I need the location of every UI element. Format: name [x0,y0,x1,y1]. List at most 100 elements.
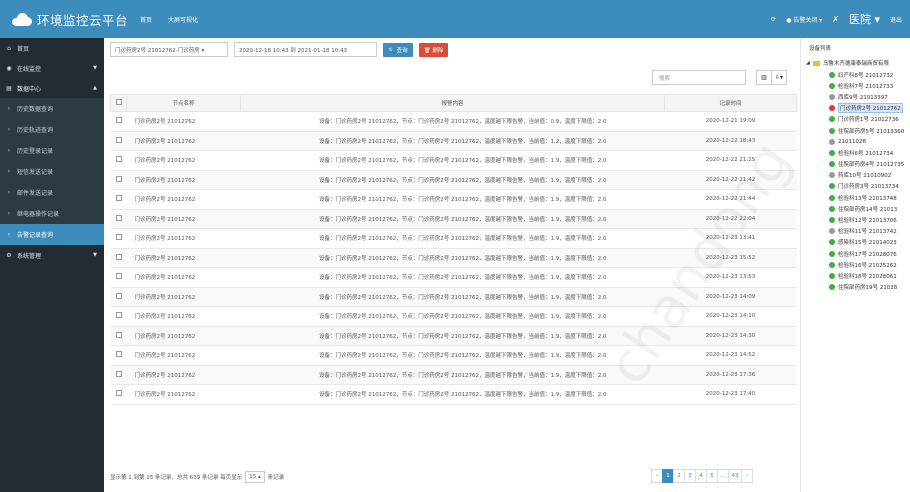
export-icon[interactable]: ⇩▾ [771,70,787,85]
device-tree-item[interactable]: 妇产科8号 21012732 [829,69,904,80]
cell-time: 2020-12-23 13:41 [664,228,797,249]
sidebar-subitem-label: 历史登录记录 [17,148,54,155]
table-row[interactable]: 门诊药房2号 21012762 设备：门诊药房2号 21012762，节点：门诊药… [110,169,797,190]
row-checkbox[interactable] [110,384,127,405]
cell-time: 2020-12-22 22:04 [664,208,797,229]
device-tree-item[interactable]: 检验科16号 21025262 [829,259,904,270]
device-tree-item[interactable]: 药库10号 21010902 [829,170,904,181]
device-select[interactable]: 门诊药房2号 21012762-门诊药房 ▾ [110,42,228,57]
device-tree-item[interactable]: 住院部药房19号 21028 [829,282,904,293]
sidebar-subitem-active[interactable]: › 告警记录查询 [0,224,104,245]
sidebar-item-system[interactable]: ⚙ 系统管理 ▼ [0,245,104,265]
table-row[interactable]: 门诊药房2号 21012762 设备：门诊药房2号 21012762，节点：门诊药… [110,345,797,366]
table-row[interactable]: 门诊药房2号 21012762 设备：门诊药房2号 21012762，节点：门诊药… [110,306,797,327]
sidebar-subitem[interactable]: › 历史登录记录 [0,140,104,161]
device-tree-item[interactable]: 感染科15号 21014023 [829,237,904,248]
device-tree-item[interactable]: 检验科17号 21028076 [829,248,904,259]
row-checkbox[interactable] [110,189,127,210]
user-menu[interactable]: 医院 ▾ [849,11,880,27]
chevron-right-icon: › [7,147,11,154]
table-row[interactable]: 门诊药房2号 21012762 设备：门诊药房2号 21012762，节点：门诊药… [110,189,797,210]
sidebar-subitem[interactable]: › 邮件发送记录 [0,182,104,203]
refresh-icon[interactable]: ⟳ [771,16,776,23]
table-row[interactable]: 门诊药房2号 21012762 设备：门诊药房2号 21012762，节点：门诊药… [110,267,797,288]
alarm-toggle[interactable]: ● 告警关闭 ▾ [786,15,822,24]
collapse-icon[interactable]: ◢ [806,60,810,66]
row-checkbox[interactable] [110,267,127,288]
data-icon: ▤ [6,84,12,92]
row-checkbox[interactable] [110,286,127,307]
table-row[interactable]: 门诊药房2号 21012762 设备：门诊药房2号 21012762，节点：门诊药… [110,130,797,151]
device-tree-item[interactable]: 检验科7号 21012733 [829,80,904,91]
delete-button[interactable]: 🗑 删除 [418,42,449,57]
device-tree-item[interactable]: 检验科6号 21012734 [829,147,904,158]
sidebar-item-home[interactable]: ⌂ 首页 [0,38,104,58]
sidebar-subitem[interactable]: › 历史轨迹查询 [0,119,104,140]
home-icon: ⌂ [7,44,11,52]
device-tree-item[interactable]: 门诊药房2号 21012762 [829,103,904,114]
search-input[interactable]: 搜索 [652,70,746,85]
row-checkbox[interactable] [110,228,127,249]
page-button[interactable]: 43 [728,469,742,483]
row-checkbox[interactable] [110,345,127,366]
device-tree-item[interactable]: 门诊药房1号 21012736 [829,114,904,125]
device-tree-item[interactable]: 西库9号 21013397 [829,91,904,102]
query-button[interactable]: 🔍 查询 [383,42,413,57]
page-size-select[interactable]: 15 ▴ [245,471,265,483]
app-logo[interactable]: 环境监控云平台 [12,0,128,38]
table-row[interactable]: 门诊药房2号 21012762 设备：门诊药房2号 21012762，节点：门诊药… [110,247,797,268]
sidebar-subitem[interactable]: › 短信发送记录 [0,161,104,182]
nav-home[interactable]: 首页 [140,15,152,24]
next-page-button[interactable]: › [741,469,753,483]
select-all-checkbox[interactable] [110,94,127,112]
row-checkbox[interactable] [110,247,127,268]
status-dot-icon [829,228,835,235]
row-checkbox[interactable] [110,325,127,346]
sidebar-item-online-monitor[interactable]: ◉ 在线监控 ▼ [0,58,104,78]
row-checkbox[interactable] [110,130,127,151]
columns-icon[interactable]: ▥ [756,70,772,85]
device-tree-item[interactable]: 住院部药房4号 21012735 [829,159,904,170]
device-tree-item[interactable]: 检验科11号 21013742 [829,226,904,237]
sidebar-subitem[interactable]: › 历史数据查询 [0,98,104,119]
sidebar-item-data-center[interactable]: ▤ 数据中心 ▲ [0,78,104,98]
chevron-right-icon: › [7,231,11,238]
device-tree-item[interactable]: 住院部药房5号 21013360 [829,125,904,136]
device-tree-item[interactable]: 住院部药房14号 21013 [829,203,904,214]
row-checkbox[interactable] [110,169,127,190]
device-tree-item[interactable]: 检验科18号 21028061 [829,270,904,281]
device-tree-item[interactable]: 检验科12号 21013706 [829,214,904,225]
mute-icon[interactable]: ✗ [832,15,839,24]
nav-big-screen[interactable]: 大屏可视化 [168,15,198,24]
table-row[interactable]: 门诊药房2号 21012762 设备：门诊药房2号 21012762，节点：门诊药… [110,150,797,171]
sidebar-subitem[interactable]: › 继电器操作记录 [0,203,104,224]
row-checkbox[interactable] [110,306,127,327]
cell-time: 2020-12-23 14:52 [664,345,797,366]
column-header-content[interactable]: 报警内容 [240,94,665,112]
device-tree-item[interactable]: 检验科13号 21013748 [829,192,904,203]
date-range-input[interactable]: 2020-12-18 10:43 到 2021-01-18 10:43 [234,42,377,57]
table-row[interactable]: 门诊药房2号 21012762 设备：门诊药房2号 21012762，节点：门诊药… [110,228,797,249]
row-checkbox[interactable] [110,364,127,385]
device-tree-item[interactable]: 门诊药房3号 21013734 [829,181,904,192]
device-panel-title: 设备列表 [809,46,832,52]
table-row[interactable]: 门诊药房2号 21012762 设备：门诊药房2号 21012762，节点：门诊药… [110,111,797,132]
sidebar-subitem-label: 继电器操作记录 [17,211,60,218]
row-checkbox[interactable] [110,150,127,171]
table-row[interactable]: 门诊药房2号 21012762 设备：门诊药房2号 21012762，节点：门诊药… [110,384,797,405]
device-tree-root[interactable]: ◢ 乌鲁木齐德康泰瑞商贸有限 [806,59,889,67]
logout-link[interactable]: 退出 [890,15,902,24]
table-tools: 搜索 ▥ ⇩▾ [652,70,787,85]
table-row[interactable]: 门诊药房2号 21012762 设备：门诊药房2号 21012762，节点：门诊药… [110,208,797,229]
cell-node: 门诊药房2号 21012762 [126,267,241,288]
device-name: 门诊药房3号 21013734 [838,184,899,191]
table-row[interactable]: 门诊药房2号 21012762 设备：门诊药房2号 21012762，节点：门诊药… [110,364,797,385]
column-header-time[interactable]: 记录时间 [664,94,797,112]
row-checkbox[interactable] [110,111,127,132]
table-row[interactable]: 门诊药房2号 21012762 设备：门诊药房2号 21012762，节点：门诊药… [110,286,797,307]
status-dot-icon [829,138,835,145]
column-header-node[interactable]: 节点名称 [126,94,241,112]
device-tree-item[interactable]: 21011028 [829,136,904,147]
table-row[interactable]: 门诊药房2号 21012762 设备：门诊药房2号 21012762，节点：门诊药… [110,325,797,346]
row-checkbox[interactable] [110,208,127,229]
